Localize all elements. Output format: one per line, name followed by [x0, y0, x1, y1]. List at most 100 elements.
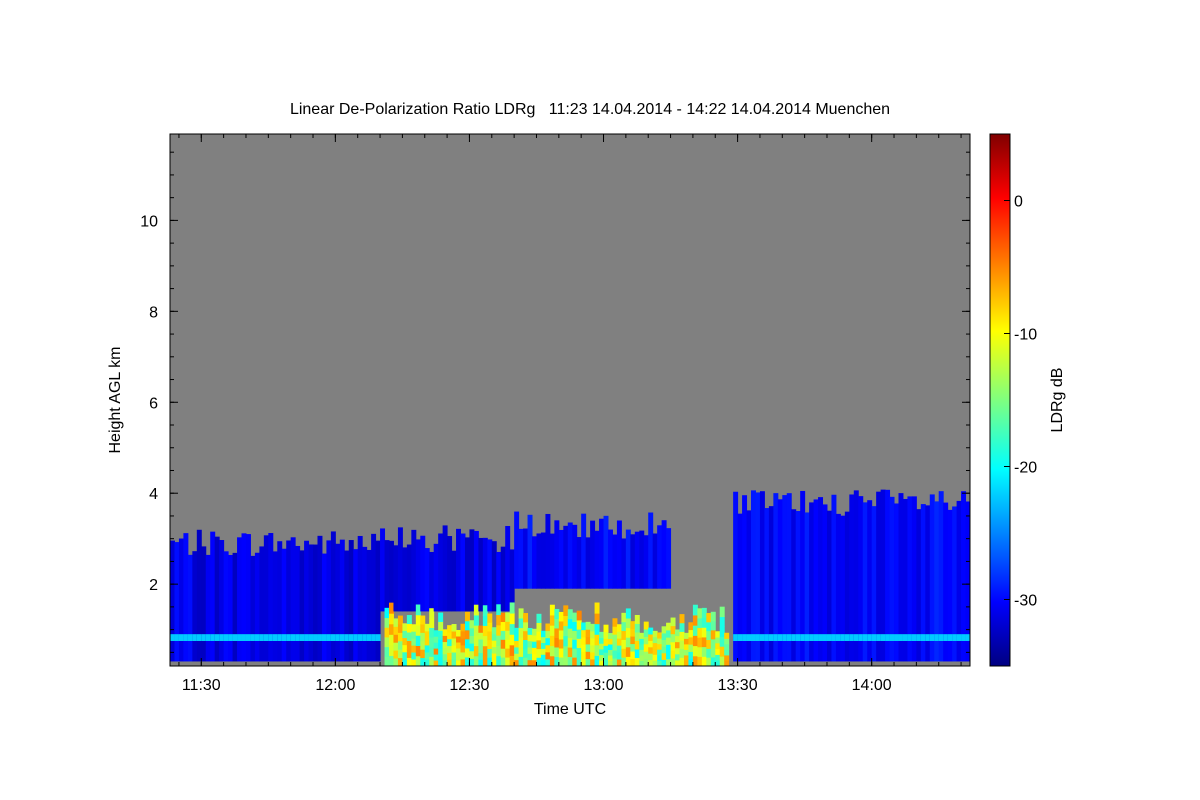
- cloud-cell: [192, 551, 198, 662]
- melting-layer-cell: [925, 634, 931, 641]
- precip-cell: [625, 627, 631, 638]
- melting-layer-cell: [170, 634, 175, 641]
- precip-cell: [536, 639, 542, 650]
- melting-layer-cell: [876, 634, 882, 641]
- cloud-cell: [433, 543, 439, 612]
- precip-cell: [514, 640, 520, 648]
- precip-cell: [621, 630, 627, 640]
- precip-cell: [388, 634, 394, 646]
- ldr-chart: Linear De-Polarization Ratio LDRg 11:23 …: [107, 101, 1066, 718]
- precip-cell: [491, 653, 497, 661]
- precip-cell: [388, 602, 394, 614]
- melting-layer-cell: [804, 634, 810, 641]
- cloud-cell: [335, 543, 341, 662]
- precip-cell: [581, 658, 587, 667]
- precip-cell: [447, 645, 453, 653]
- precip-cell: [438, 630, 444, 640]
- precip-cell: [719, 646, 725, 657]
- precip-cell: [576, 619, 582, 630]
- precip-cell: [397, 649, 403, 659]
- precip-cell: [701, 617, 707, 628]
- precip-cell: [688, 622, 694, 631]
- cloud-cell: [558, 529, 564, 589]
- melting-layer-cell: [826, 634, 832, 641]
- melting-layer-cell: [339, 634, 345, 641]
- precip-cell: [424, 658, 430, 667]
- cloud-cell: [621, 538, 627, 589]
- precip-cell: [639, 654, 645, 661]
- melting-layer-cell: [321, 634, 327, 641]
- precip-cell: [630, 628, 636, 637]
- x-tick-label: 12:30: [449, 677, 489, 694]
- melting-layer-cell: [192, 634, 198, 641]
- melting-layer-cell: [375, 634, 381, 641]
- precip-cell: [447, 638, 453, 647]
- cloud-cell: [281, 548, 287, 662]
- precip-cell: [438, 612, 444, 622]
- precip-cell: [527, 653, 533, 661]
- precip-cell: [688, 629, 694, 638]
- precip-cell: [478, 652, 484, 660]
- cloud-cell: [344, 550, 350, 662]
- precip-cell: [469, 620, 475, 629]
- melting-layer-cell: [867, 634, 873, 641]
- precip-cell: [724, 638, 730, 645]
- melting-layer-cell: [362, 634, 368, 641]
- cloud-cell: [607, 529, 613, 589]
- precip-cell: [715, 637, 721, 644]
- colorbar-tick-label: -20: [1014, 460, 1037, 477]
- melting-layer-cell: [777, 634, 783, 641]
- cloud-cell: [362, 546, 368, 662]
- precip-cell: [648, 646, 654, 654]
- cloud-cell: [272, 551, 278, 662]
- precip-cell: [464, 647, 470, 658]
- precip-cell: [563, 645, 569, 657]
- melting-layer-cell: [831, 634, 837, 641]
- precip-cell: [634, 657, 640, 667]
- precip-cell: [590, 651, 596, 660]
- precip-cell: [621, 612, 627, 623]
- melting-layer-cell: [889, 634, 895, 641]
- precip-cell: [701, 607, 707, 619]
- precip-cell: [554, 646, 560, 657]
- cloud-cell: [277, 541, 283, 662]
- precip-cell: [710, 620, 716, 631]
- precip-cell: [634, 623, 640, 633]
- precip-cell: [464, 638, 470, 649]
- melting-layer-cell: [920, 634, 926, 641]
- melting-layer-cell: [952, 634, 958, 641]
- melting-layer-cell: [751, 634, 756, 641]
- precip-cell: [451, 624, 457, 632]
- cloud-cell: [496, 551, 502, 612]
- precip-cell: [675, 635, 680, 643]
- cloud-cell: [299, 550, 305, 662]
- precip-cell: [603, 624, 609, 633]
- precip-cell: [433, 636, 439, 643]
- precip-cell: [518, 627, 524, 638]
- precip-cell: [469, 658, 475, 667]
- colorbar: [989, 133, 1011, 667]
- cloud-cell: [223, 551, 229, 662]
- precip-cell: [442, 653, 448, 661]
- precip-cell: [482, 635, 488, 647]
- precip-cell: [612, 626, 618, 635]
- precip-cell: [402, 658, 408, 667]
- precip-cell: [710, 638, 716, 649]
- precip-cell: [563, 635, 569, 647]
- precip-cell: [643, 629, 649, 637]
- cloud-cell: [268, 533, 274, 662]
- precip-cell: [581, 644, 587, 652]
- precip-cell: [442, 629, 448, 636]
- melting-layer-cell: [813, 634, 819, 641]
- cloud-cell: [290, 537, 296, 662]
- cloud-cell: [228, 554, 234, 662]
- melting-layer-cell: [304, 634, 310, 641]
- precip-cell: [482, 655, 488, 667]
- precip-cell: [447, 631, 453, 640]
- precip-cell: [706, 657, 712, 667]
- precip-cell: [607, 644, 613, 651]
- precip-cell: [599, 637, 605, 644]
- cloud-cell: [473, 530, 479, 612]
- precip-cell: [701, 646, 707, 657]
- cloud-cell: [456, 528, 462, 612]
